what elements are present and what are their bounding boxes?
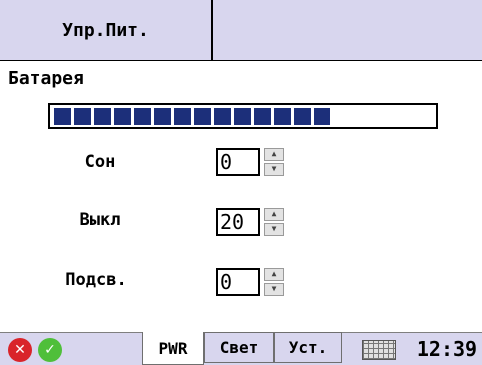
tab-light[interactable]: Свет [204, 332, 274, 363]
power-off-increment-button[interactable]: ▲ [264, 208, 284, 221]
sleep-input[interactable]: 0 [216, 148, 260, 176]
backlight-increment-button[interactable]: ▲ [264, 268, 284, 281]
battery-level-fill [54, 108, 330, 125]
sleep-decrement-button[interactable]: ▼ [264, 163, 284, 176]
backlight-input[interactable]: 0 [216, 268, 260, 296]
sleep-spinner: ▲ ▼ [264, 148, 284, 176]
backlight-spinner: ▲ ▼ [264, 268, 284, 296]
power-off-input[interactable]: 20 [216, 208, 260, 236]
power-off-spinner: ▲ ▼ [264, 208, 284, 236]
clock: 12:39 [416, 337, 478, 361]
sleep-label: Сон [84, 152, 116, 172]
backlight-decrement-button[interactable]: ▼ [264, 283, 284, 296]
close-icon[interactable]: ✕ [8, 338, 32, 362]
tab-settings-label: Уст. [288, 338, 328, 357]
ok-icon[interactable]: ✓ [38, 338, 62, 362]
backlight-label: Подсв. [65, 270, 127, 290]
power-off-decrement-button[interactable]: ▼ [264, 223, 284, 236]
app-header: Упр.Пит. [0, 0, 482, 61]
keyboard-icon[interactable] [362, 340, 396, 360]
tab-settings[interactable]: Уст. [274, 332, 342, 363]
tab-power-management-label: Упр.Пит. [62, 19, 149, 41]
battery-label: Батарея [8, 68, 84, 89]
sleep-increment-button[interactable]: ▲ [264, 148, 284, 161]
tab-power-management[interactable]: Упр.Пит. [0, 0, 213, 60]
tab-pwr[interactable]: PWR [142, 332, 204, 365]
battery-level-bar [48, 103, 438, 129]
tab-light-label: Свет [219, 338, 259, 357]
power-off-label: Выкл [79, 210, 121, 230]
tab-pwr-label: PWR [158, 338, 188, 358]
